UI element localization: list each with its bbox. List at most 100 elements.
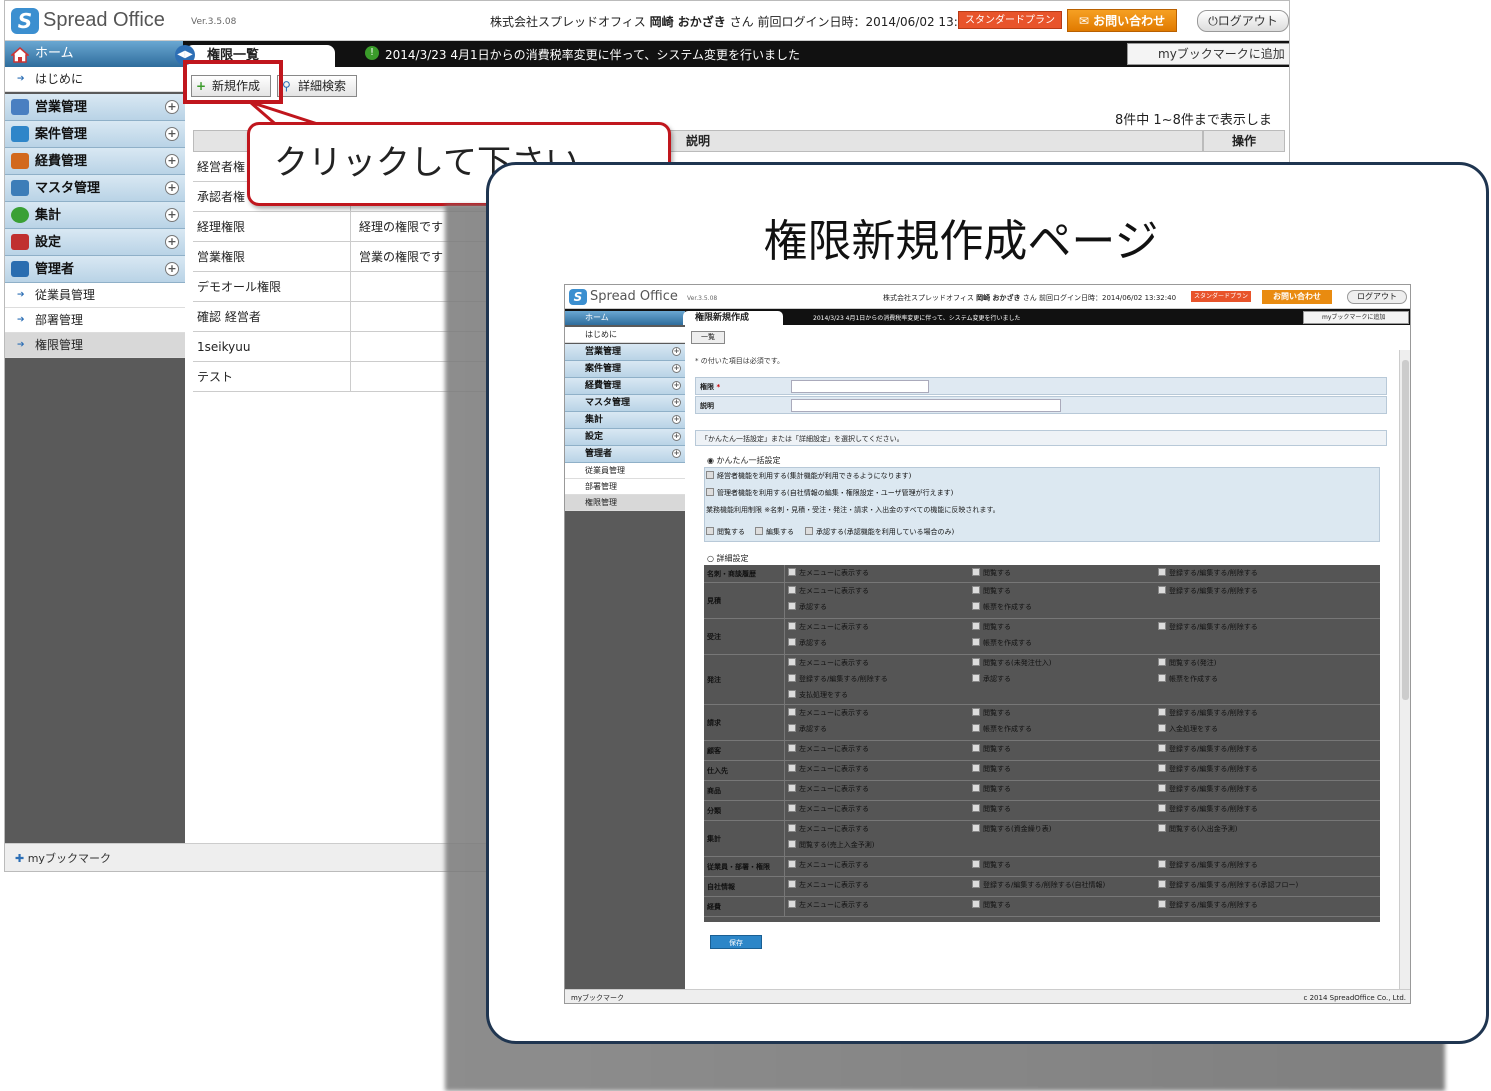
- permission-checkbox[interactable]: 閲覧する(未発注仕入): [972, 658, 1051, 668]
- sidebar-item-employees[interactable]: 従業員管理: [5, 283, 185, 308]
- sidebar-item-permissions[interactable]: 権限管理: [5, 333, 185, 358]
- expand-icon[interactable]: +: [165, 208, 179, 222]
- permission-checkbox[interactable]: 閲覧する: [972, 860, 1011, 870]
- sidebar-item-sales[interactable]: 営業管理 +: [5, 94, 185, 121]
- notice-text[interactable]: 2014/3/23 4月1日からの消費税率変更に伴って、システム変更を行いました: [385, 46, 800, 63]
- sidebar-item-projects[interactable]: 案件管理 +: [5, 121, 185, 148]
- permission-checkbox[interactable]: 支払処理をする: [788, 690, 848, 700]
- sidebar-item-settings[interactable]: 設定 +: [565, 429, 685, 446]
- permission-checkbox[interactable]: 登録する/編集する/削除する: [1158, 586, 1258, 596]
- permission-checkbox[interactable]: 閲覧する: [972, 764, 1011, 774]
- scrollbar-thumb[interactable]: [1402, 360, 1409, 700]
- permission-checkbox[interactable]: 左メニューに表示する: [788, 880, 869, 890]
- permission-checkbox[interactable]: 左メニューに表示する: [788, 708, 869, 718]
- permission-checkbox[interactable]: 閲覧する: [972, 586, 1011, 596]
- expand-icon[interactable]: +: [672, 347, 681, 356]
- back-to-list-button[interactable]: 一覧: [691, 331, 725, 344]
- sidebar-item-expenses[interactable]: 経費管理 +: [565, 378, 685, 395]
- permission-name[interactable]: デモオール権限: [197, 272, 351, 302]
- permission-checkbox[interactable]: 帳票を作成する: [972, 724, 1032, 734]
- logout-button[interactable]: ログアウト: [1347, 290, 1407, 304]
- permission-checkbox[interactable]: 閲覧する: [972, 900, 1011, 910]
- permission-checkbox[interactable]: 左メニューに表示する: [788, 658, 869, 668]
- expand-icon[interactable]: +: [672, 364, 681, 373]
- sidebar-item-departments[interactable]: 部署管理: [565, 479, 685, 495]
- expand-icon[interactable]: +: [672, 381, 681, 390]
- option-view[interactable]: 閲覧する: [706, 527, 745, 537]
- save-button[interactable]: 保存: [710, 935, 762, 949]
- home-tab[interactable]: ホーム: [565, 311, 685, 325]
- option-admin[interactable]: 管理者機能を利用する(自社情報の編集・権限設定・ユーザ管理が行えます): [706, 488, 953, 498]
- permission-name[interactable]: 確認 経営者: [197, 302, 351, 332]
- permission-checkbox[interactable]: 閲覧する: [972, 784, 1011, 794]
- permission-checkbox[interactable]: 左メニューに表示する: [788, 622, 869, 632]
- logout-button[interactable]: ⏻ログアウト: [1197, 10, 1289, 32]
- permission-checkbox[interactable]: 登録する/編集する/削除する: [1158, 708, 1258, 718]
- expand-icon[interactable]: +: [165, 181, 179, 195]
- description-input[interactable]: [791, 399, 1061, 412]
- option-approve[interactable]: 承認する(承認機能を利用している場合のみ): [805, 527, 954, 537]
- permission-checkbox[interactable]: 登録する/編集する/削除する: [1158, 568, 1258, 578]
- permission-checkbox[interactable]: 左メニューに表示する: [788, 824, 869, 834]
- permission-checkbox[interactable]: 左メニューに表示する: [788, 804, 869, 814]
- permission-checkbox[interactable]: 承認する: [788, 602, 827, 612]
- expand-icon[interactable]: +: [672, 432, 681, 441]
- permission-checkbox[interactable]: 登録する/編集する/削除する: [1158, 744, 1258, 754]
- advanced-search-button[interactable]: ⚲ 詳細検索: [277, 75, 357, 97]
- permission-checkbox[interactable]: 閲覧する(発注): [1158, 658, 1216, 668]
- expand-icon[interactable]: +: [165, 100, 179, 114]
- option-manager[interactable]: 経営者機能を利用する(集計機能が利用できるようになります): [706, 471, 911, 481]
- sidebar-item-employees[interactable]: 従業員管理: [565, 463, 685, 479]
- permission-checkbox[interactable]: 登録する/編集する/削除する: [788, 674, 888, 684]
- permission-name[interactable]: 営業権限: [197, 242, 351, 272]
- home-tab[interactable]: ホーム: [5, 41, 183, 67]
- permission-checkbox[interactable]: 登録する/編集する/削除する: [1158, 764, 1258, 774]
- permission-checkbox[interactable]: 閲覧する: [972, 622, 1011, 632]
- option-edit[interactable]: 編集する: [755, 527, 794, 537]
- tab-new-permission[interactable]: 権限新規作成: [683, 311, 783, 325]
- permission-checkbox[interactable]: 左メニューに表示する: [788, 900, 869, 910]
- scrollbar[interactable]: [1399, 350, 1410, 989]
- sidebar-item-admin[interactable]: 管理者 +: [565, 446, 685, 463]
- expand-icon[interactable]: +: [672, 398, 681, 407]
- sidebar-item-expenses[interactable]: 経費管理 +: [5, 148, 185, 175]
- permission-checkbox[interactable]: 左メニューに表示する: [788, 764, 869, 774]
- permission-checkbox[interactable]: 閲覧する: [972, 804, 1011, 814]
- sidebar-item-departments[interactable]: 部署管理: [5, 308, 185, 333]
- simple-mode-radio[interactable]: ◉ かんたん一括設定: [707, 455, 781, 466]
- sidebar-item-master[interactable]: マスタ管理 +: [565, 395, 685, 412]
- permission-checkbox[interactable]: 左メニューに表示する: [788, 586, 869, 596]
- contact-button[interactable]: お問い合わせ: [1262, 290, 1332, 304]
- bookmark-add-button[interactable]: myブックマークに追加: [1303, 311, 1409, 324]
- permission-checkbox[interactable]: 帳票を作成する: [1158, 674, 1218, 684]
- bookmark-footer[interactable]: myブックマーク: [571, 990, 624, 1003]
- permission-checkbox[interactable]: 承認する: [972, 674, 1011, 684]
- sidebar-item-intro[interactable]: はじめに: [5, 67, 185, 92]
- permission-checkbox[interactable]: 登録する/編集する/削除する(承認フロー): [1158, 880, 1298, 890]
- sidebar-item-sales[interactable]: 営業管理 +: [565, 344, 685, 361]
- sidebar-item-admin[interactable]: 管理者 +: [5, 256, 185, 283]
- permission-checkbox[interactable]: 閲覧する: [972, 568, 1011, 578]
- detail-mode-radio[interactable]: ○ 詳細設定: [707, 553, 749, 564]
- permission-checkbox[interactable]: 帳票を作成する: [972, 602, 1032, 612]
- expand-icon[interactable]: +: [165, 262, 179, 276]
- sidebar-item-permissions[interactable]: 権限管理: [565, 495, 685, 511]
- sidebar-item-summary[interactable]: 集計 +: [565, 412, 685, 429]
- permission-checkbox[interactable]: 帳票を作成する: [972, 638, 1032, 648]
- expand-icon[interactable]: +: [672, 415, 681, 424]
- expand-icon[interactable]: +: [165, 127, 179, 141]
- expand-icon[interactable]: +: [165, 154, 179, 168]
- permission-checkbox[interactable]: 左メニューに表示する: [788, 860, 869, 870]
- sidebar-item-master[interactable]: マスタ管理 +: [5, 175, 185, 202]
- permission-checkbox[interactable]: 承認する: [788, 724, 827, 734]
- sidebar-item-projects[interactable]: 案件管理 +: [565, 361, 685, 378]
- permission-checkbox[interactable]: 閲覧する(売上入金予測): [788, 840, 874, 850]
- permission-checkbox[interactable]: 閲覧する(入出金予測): [1158, 824, 1237, 834]
- bookmark-add-button[interactable]: myブックマークに追加: [1127, 43, 1289, 65]
- permission-name[interactable]: テスト: [197, 362, 351, 392]
- permission-name-input[interactable]: [791, 380, 929, 393]
- sidebar-item-settings[interactable]: 設定 +: [5, 229, 185, 256]
- permission-checkbox[interactable]: 閲覧する: [972, 744, 1011, 754]
- permission-checkbox[interactable]: 閲覧する(資金繰り表): [972, 824, 1051, 834]
- contact-button[interactable]: ✉ お問い合わせ: [1067, 9, 1177, 32]
